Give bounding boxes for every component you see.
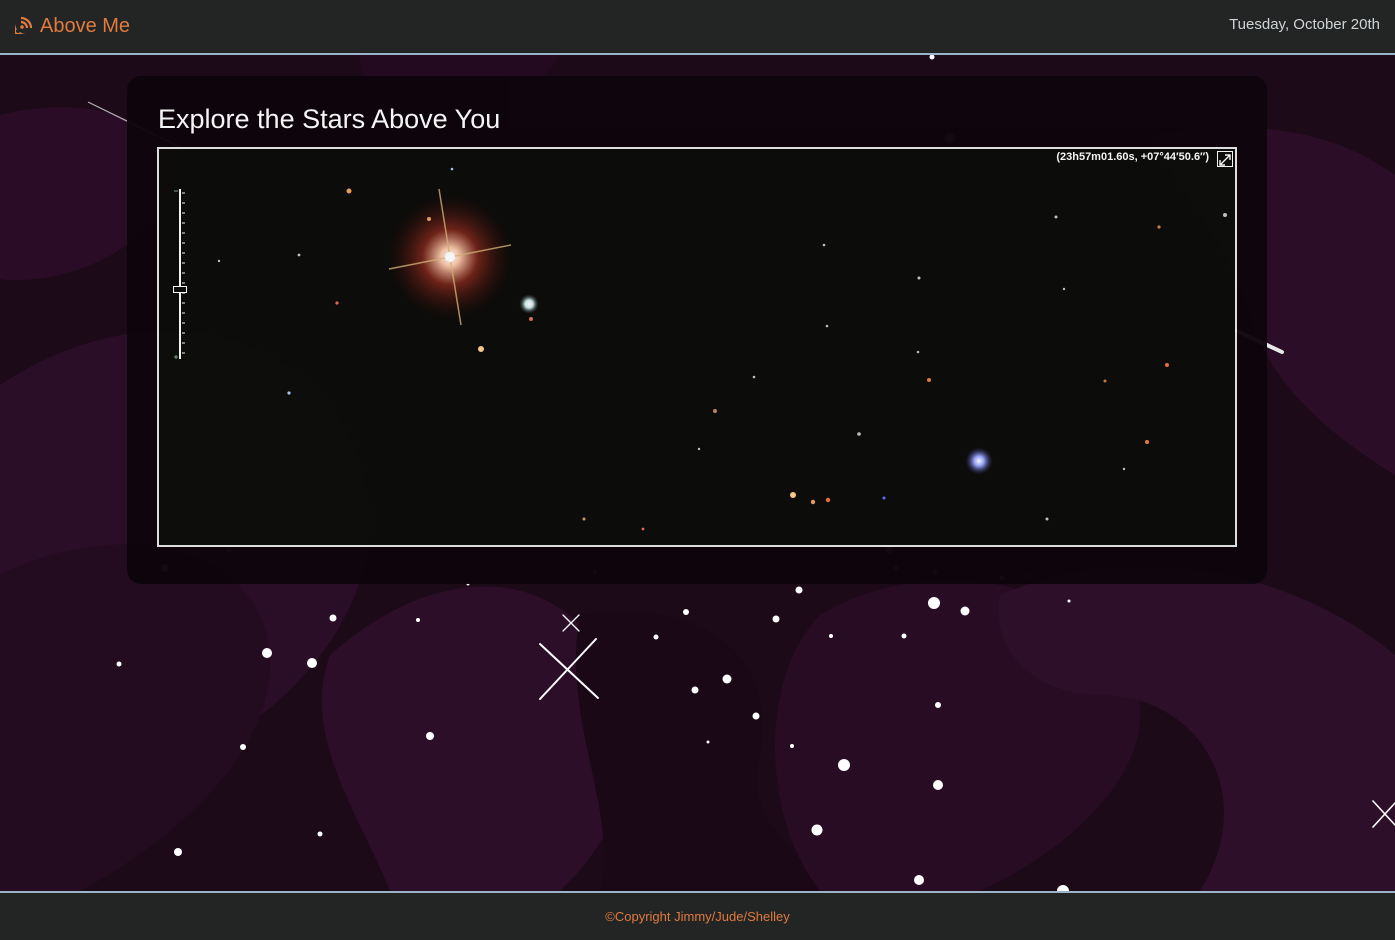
satellite-dish-icon: [12, 15, 34, 37]
fullscreen-icon: [1219, 154, 1231, 166]
page-title: Explore the Stars Above You: [158, 104, 501, 134]
star-field-image: [159, 149, 1235, 545]
current-date: Tuesday, October 20th: [1229, 16, 1380, 33]
footer-bar: ©Copyright Jimmy/Jude/Shelley: [0, 891, 1395, 940]
fullscreen-button[interactable]: [1217, 151, 1233, 167]
sky-coordinates: (23h57m01.60s, +07°44′50.6″): [1056, 151, 1209, 163]
zoom-slider[interactable]: [171, 189, 187, 361]
explore-panel: Explore the Stars Above You (23h57m01.60…: [127, 76, 1267, 584]
top-bar: Above Me Tuesday, October 20th: [0, 0, 1395, 55]
zoom-slider-handle[interactable]: [173, 286, 187, 293]
copyright-text: ©Copyright Jimmy/Jude/Shelley: [605, 909, 790, 924]
brand-name: Above Me: [40, 14, 131, 37]
brand-logo[interactable]: Above Me: [12, 12, 130, 40]
sky-viewer[interactable]: (23h57m01.60s, +07°44′50.6″): [157, 147, 1237, 547]
